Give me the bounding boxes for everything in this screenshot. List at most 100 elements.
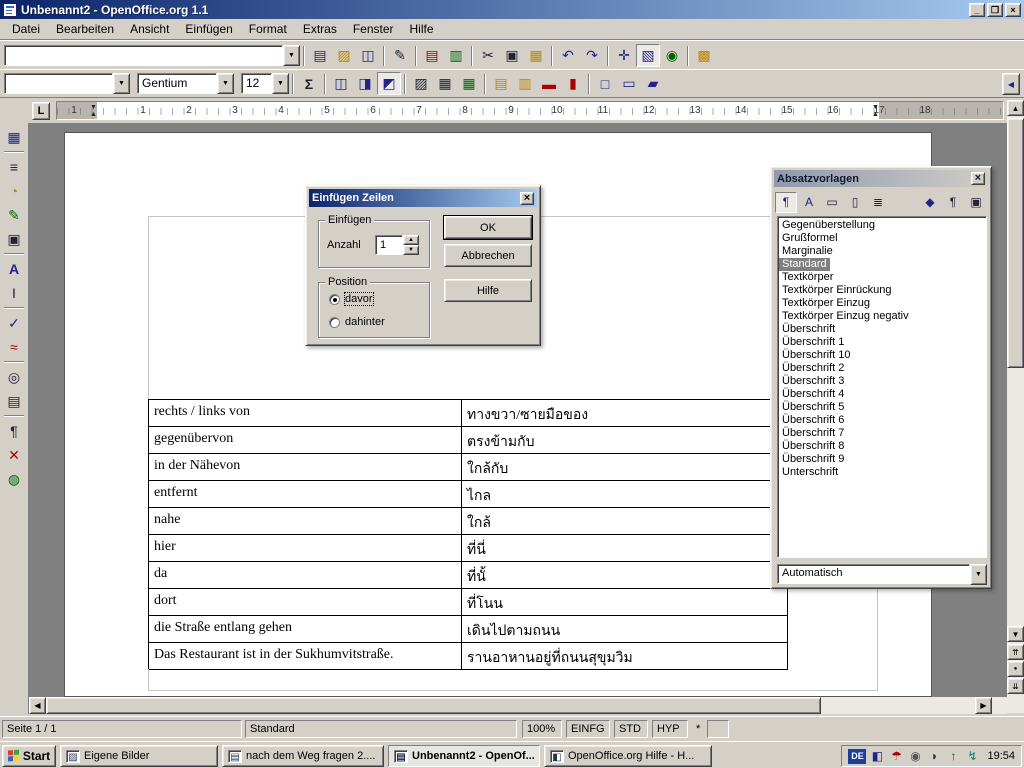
- style-list-item[interactable]: Textkörper Einzug negativ: [779, 310, 986, 323]
- font-size-value[interactable]: 12: [241, 73, 272, 94]
- taskbar-button-eigene-bilder[interactable]: ▨ Eigene Bilder: [60, 745, 218, 767]
- style-dropdown-icon[interactable]: ▼: [113, 73, 130, 94]
- undo-icon[interactable]: ↶: [556, 44, 580, 67]
- insert-table-icon[interactable]: ▦: [2, 125, 26, 149]
- fill-format-mode-icon[interactable]: ◆: [919, 192, 941, 213]
- delete-column-icon[interactable]: ▮: [561, 72, 585, 95]
- scroll-left-button[interactable]: ◀: [29, 697, 46, 714]
- menu-bearbeiten[interactable]: Bearbeiten: [48, 20, 122, 38]
- spellcheck-icon[interactable]: ✓: [2, 311, 26, 335]
- style-list-item[interactable]: Überschrift 4: [779, 388, 986, 401]
- radio-unselected-icon[interactable]: [329, 317, 340, 328]
- navigator-icon[interactable]: ✛: [612, 44, 636, 67]
- nonprinting-characters-icon[interactable]: ¶: [2, 419, 26, 443]
- style-filter-value[interactable]: Automatisch: [777, 564, 970, 584]
- delete-row-icon[interactable]: ▬: [537, 72, 561, 95]
- spin-down-icon[interactable]: ▼: [403, 245, 419, 255]
- insert-rows-dialog[interactable]: Einfügen Zeilen × Einfügen Anzahl 1 ▲ ▼ …: [305, 185, 541, 346]
- next-page-button[interactable]: ⇊: [1007, 678, 1024, 694]
- table-cell[interactable]: entfernt: [149, 481, 462, 508]
- copy-icon[interactable]: ▣: [500, 44, 524, 67]
- horizontal-ruler[interactable]: 1 1 2 3 4 5 6 7 8 9 10 11 12 13 14 15 16…: [56, 101, 1004, 120]
- insert-row-icon[interactable]: ▤: [489, 72, 513, 95]
- keyboard-layout-badge[interactable]: DE: [848, 749, 866, 764]
- scroll-up-button[interactable]: ▲: [1007, 100, 1024, 116]
- style-list-item[interactable]: Textkörper Einzug: [779, 297, 986, 310]
- paragraph-styles-icon[interactable]: ¶: [775, 192, 797, 213]
- edit-file-icon[interactable]: ✎: [388, 44, 412, 67]
- cut-icon[interactable]: ✂: [476, 44, 500, 67]
- scroll-right-button[interactable]: ▶: [975, 697, 992, 714]
- table-row[interactable]: Das Restaurant ist in der Sukhumvitstraß…: [149, 643, 788, 670]
- update-style-icon[interactable]: ▣: [965, 192, 987, 213]
- style-list-item[interactable]: Gegenüberstellung: [779, 219, 986, 232]
- table-cell[interactable]: ที่นั้: [462, 562, 788, 589]
- help-button[interactable]: Hilfe: [444, 279, 532, 302]
- autoformat-icon[interactable]: ▦: [457, 72, 481, 95]
- stylist-close-icon[interactable]: ×: [971, 172, 985, 185]
- menu-extras[interactable]: Extras: [295, 20, 345, 38]
- border-style-icon[interactable]: ▭: [617, 72, 641, 95]
- online-layout-icon[interactable]: ◍: [2, 467, 26, 491]
- dialog-close-icon[interactable]: ×: [520, 192, 534, 205]
- volume-tray-icon[interactable]: ◉: [907, 748, 923, 764]
- borders-icon[interactable]: □: [593, 72, 617, 95]
- new-style-from-selection-icon[interactable]: ¶: [942, 192, 964, 213]
- font-name-combobox[interactable]: Gentium ▼: [137, 73, 234, 94]
- window-titlebar[interactable]: Unbenannt2 - OpenOffice.org 1.1 _ ❐ ×: [0, 0, 1024, 19]
- table-borders-icon[interactable]: ▦: [433, 72, 457, 95]
- restore-button[interactable]: ❐: [987, 3, 1003, 17]
- table-cell[interactable]: ตรงข้ามกับ: [462, 427, 788, 454]
- menu-hilfe[interactable]: Hilfe: [402, 20, 442, 38]
- table-cell[interactable]: ใกล้กับ: [462, 454, 788, 481]
- direct-cursor-icon[interactable]: I: [2, 281, 26, 305]
- status-insert-mode[interactable]: EINFG: [566, 720, 610, 738]
- style-list-item[interactable]: Überschrift 3: [779, 375, 986, 388]
- menu-fenster[interactable]: Fenster: [345, 20, 402, 38]
- insert-column-icon[interactable]: ▥: [513, 72, 537, 95]
- quickstarter-tray-icon[interactable]: ◧: [869, 748, 885, 764]
- menu-ansicht[interactable]: Ansicht: [122, 20, 177, 38]
- size-dropdown-icon[interactable]: ▼: [272, 73, 289, 94]
- toolbar-collapse-button[interactable]: ◀: [1002, 73, 1020, 95]
- style-list-item[interactable]: Überschrift 8: [779, 440, 986, 453]
- table-row[interactable]: rechts / links vonทางขวา/ซายมือของ: [149, 400, 788, 427]
- indent-marker-right[interactable]: ▼▲: [871, 104, 880, 119]
- tab-type-selector[interactable]: L: [32, 102, 50, 120]
- insert-fields-icon[interactable]: ≡: [2, 155, 26, 179]
- table-cell[interactable]: รานอาหานอยู่ที่ถนนสุขุมวิม: [462, 643, 788, 670]
- export-pdf-icon[interactable]: ▤: [420, 44, 444, 67]
- filter-dropdown-icon[interactable]: ▼: [970, 564, 987, 585]
- url-dropdown-icon[interactable]: ▼: [283, 45, 300, 66]
- indent-marker-left[interactable]: ▼▲: [89, 104, 98, 119]
- table-cell[interactable]: ที่นี่: [462, 535, 788, 562]
- data-sources-icon[interactable]: ▤: [2, 389, 26, 413]
- hyperlink-icon[interactable]: ◉: [660, 44, 684, 67]
- document-table[interactable]: rechts / links vonทางขวา/ซายมือของ gegen…: [148, 399, 788, 669]
- font-name-value[interactable]: Gentium: [137, 73, 217, 94]
- vertical-scrollbar[interactable]: ▲ ▼ ⇈ ● ⇊: [1007, 100, 1024, 713]
- cancel-button[interactable]: Abbrechen: [444, 244, 532, 267]
- table-cell[interactable]: da: [149, 562, 462, 589]
- spin-up-icon[interactable]: ▲: [403, 235, 419, 245]
- sum-icon[interactable]: Σ: [297, 72, 321, 95]
- table-row[interactable]: dortที่โนน: [149, 589, 788, 616]
- style-list-item[interactable]: Unterschrift: [779, 466, 986, 479]
- taskbar-button-writer-active[interactable]: ▤ Unbenannt2 - OpenOf...: [388, 745, 540, 767]
- print-icon[interactable]: ▥: [444, 44, 468, 67]
- font-dropdown-icon[interactable]: ▼: [217, 73, 234, 94]
- url-value[interactable]: [4, 45, 283, 66]
- radio-davor[interactable]: davor: [329, 293, 373, 305]
- table-cell[interactable]: เดินไปตามถนน: [462, 616, 788, 643]
- table-row[interactable]: die Straße entlang gehenเดินไปตามถนน: [149, 616, 788, 643]
- table-cell[interactable]: in der Nähevon: [149, 454, 462, 481]
- table-cell[interactable]: ที่โนน: [462, 589, 788, 616]
- style-list-item[interactable]: Überschrift 2: [779, 362, 986, 375]
- style-filter-combobox[interactable]: Automatisch ▼: [777, 564, 987, 584]
- save-icon[interactable]: ◫: [356, 44, 380, 67]
- stylist-titlebar[interactable]: Absatzvorlagen ×: [774, 170, 988, 187]
- table-row[interactable]: hierที่นี่: [149, 535, 788, 562]
- table-cell[interactable]: die Straße entlang gehen: [149, 616, 462, 643]
- stylist-panel[interactable]: Absatzvorlagen × ¶ A ▭ ▯ ≣ ◆ ¶ ▣ Gegenüb…: [770, 166, 992, 589]
- stylist-toggle-icon[interactable]: ▧: [636, 44, 660, 67]
